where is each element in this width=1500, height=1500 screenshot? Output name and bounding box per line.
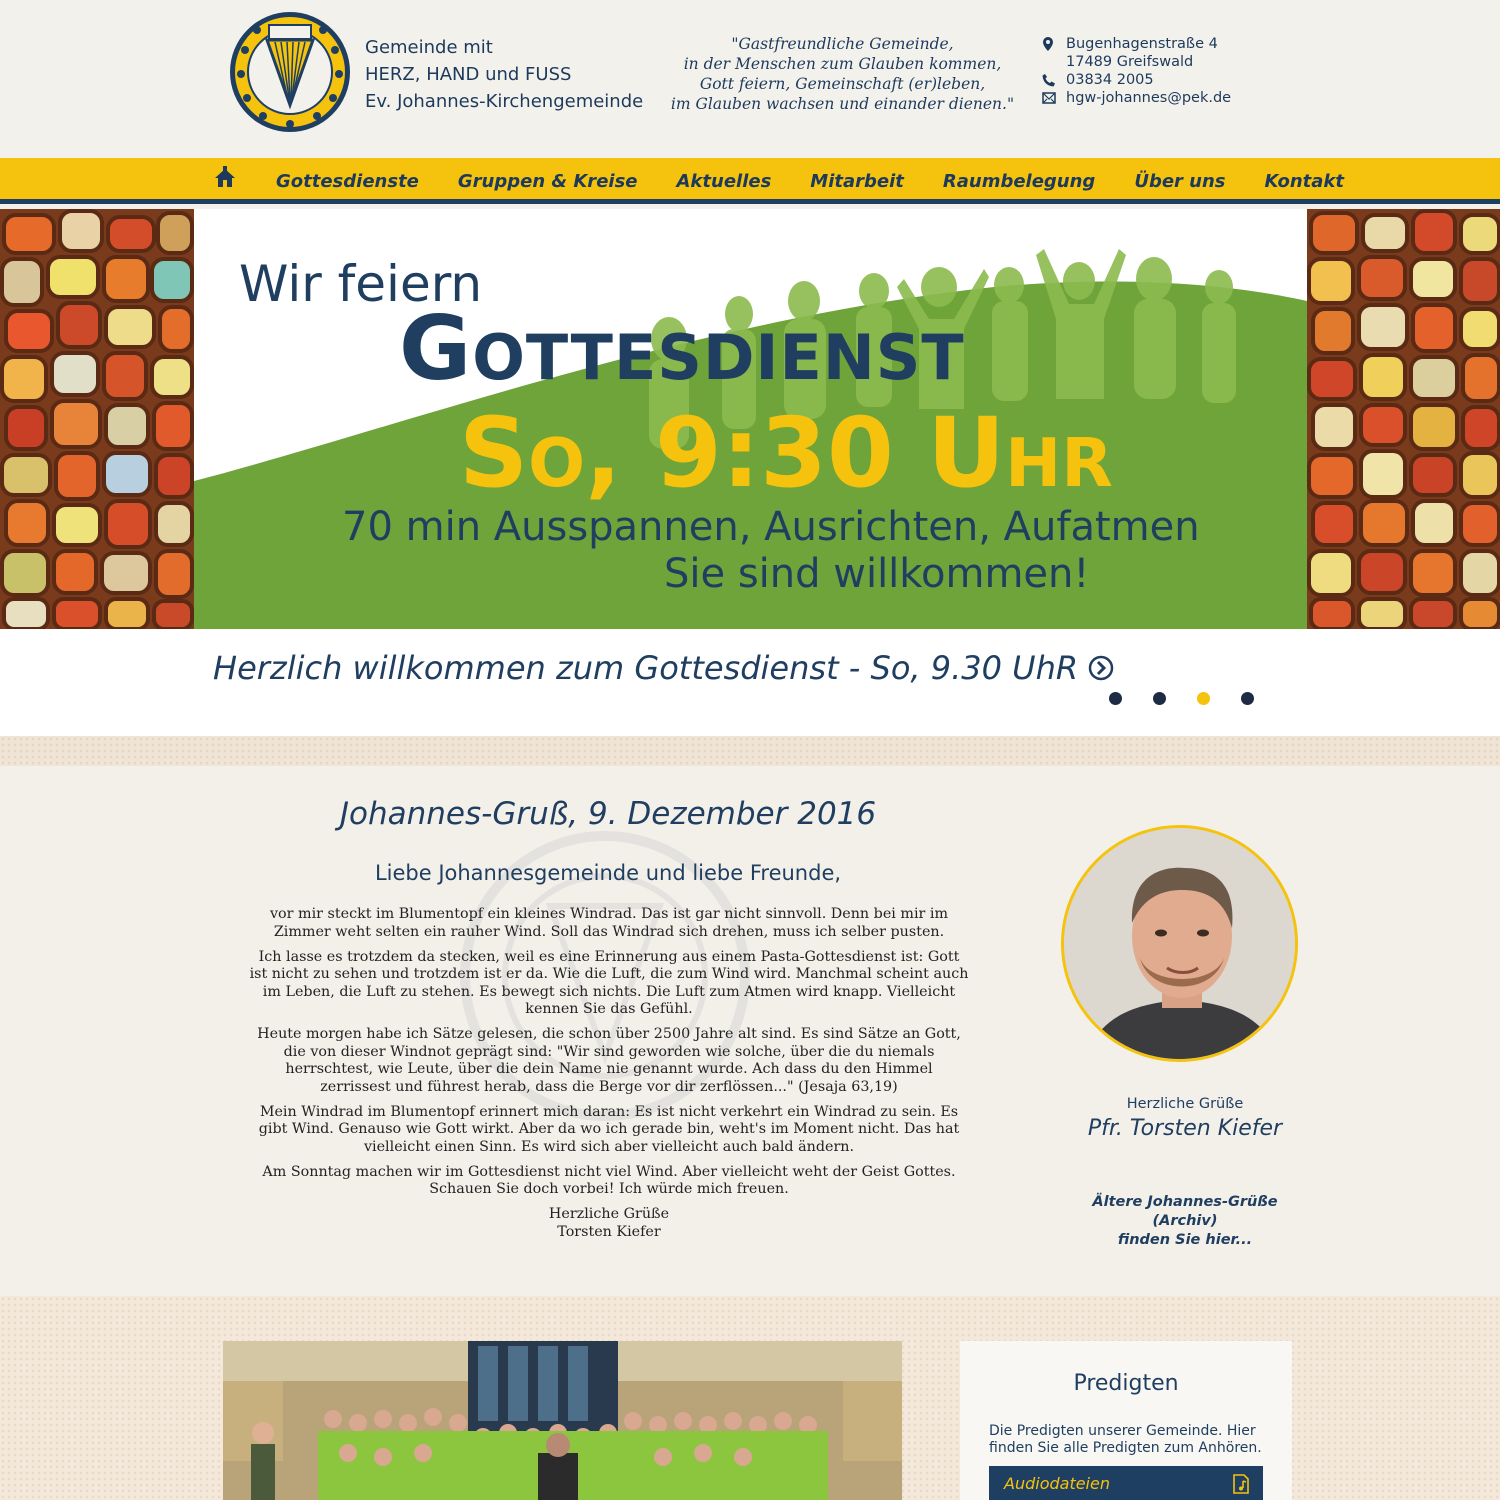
- main-navigation: Gottesdienste Gruppen & Kreise Aktuelles…: [0, 158, 1500, 204]
- bottom-section: Predigten Die Predigten unserer Gemeinde…: [0, 1296, 1500, 1500]
- nav-item-raumbelegung[interactable]: Raumbelegung: [943, 158, 1095, 204]
- motto-line: Gott feiern, Gemeinschaft (er)leben,: [699, 75, 986, 93]
- divider-strip: [0, 736, 1500, 766]
- nav-item-gottesdienste[interactable]: Gottesdienste: [276, 158, 419, 204]
- greeting-salutation: Liebe Johannesgemeinde und liebe Freunde…: [374, 861, 842, 885]
- mosaic-window-left: [0, 209, 194, 629]
- email-link[interactable]: hgw-johannes@pek.de: [1066, 89, 1231, 107]
- archive-link[interactable]: Ältere Johannes-Grüße (Archiv) finden Si…: [1060, 1193, 1310, 1250]
- banner-line-time: So, 9:30 Uhr: [459, 397, 1113, 509]
- audio-files-button[interactable]: Audiodateien: [989, 1466, 1263, 1500]
- greeting-paragraph: Mein Windrad im Blumentopf erinnert mich…: [258, 1103, 960, 1155]
- brand-line: Ev. Johannes-Kirchengemeinde: [365, 91, 644, 112]
- greeting-closing-name: Torsten Kiefer: [557, 1223, 661, 1240]
- slider-pagination: [1109, 692, 1285, 705]
- slide-caption-text: Herzlich willkommen zum Gottesdienst - S…: [213, 649, 1079, 687]
- nav-item-mitarbeit[interactable]: Mitarbeit: [810, 158, 904, 204]
- motto-line: im Glauben wachsen und einander dienen.": [670, 95, 1015, 113]
- parish-motto: "Gastfreundliche Gemeinde, in der Mensch…: [660, 34, 1025, 114]
- mosaic-window-right: [1307, 209, 1500, 629]
- greeting-section: Johannes-Gruß, 9. Dezember 2016 Liebe Jo…: [0, 766, 1500, 1296]
- slider-dot[interactable]: [1153, 692, 1166, 705]
- banner-line-duration: 70 min Ausspannen, Ausrichten, Aufatmen: [342, 504, 1200, 550]
- nav-item-ueber-uns[interactable]: Über uns: [1134, 158, 1225, 204]
- service-banner[interactable]: Wir feiern Gottesdienst So, 9:30 Uhr 70 …: [194, 209, 1307, 629]
- audio-files-label: Audiodateien: [1004, 1474, 1110, 1493]
- greeting-closing: Herzliche Grüße: [548, 1206, 670, 1222]
- archive-link-line: Ältere Johannes-Grüße (Archiv): [1092, 1194, 1278, 1229]
- banner-line-welcome: Sie sind willkommen!: [664, 551, 1090, 597]
- site-header: Gemeinde mit HERZ, HAND und FUSS Ev. Joh…: [0, 0, 1500, 158]
- address-city: 17489 Greifswald: [1066, 54, 1194, 70]
- brand-line: HERZ, HAND und FUSS: [365, 64, 572, 85]
- parish-brand: Gemeinde mit HERZ, HAND und FUSS Ev. Joh…: [365, 34, 643, 115]
- motto-line: "Gastfreundliche Gemeinde,: [731, 35, 954, 53]
- home-icon[interactable]: [213, 166, 237, 190]
- predigten-card: Predigten Die Predigten unserer Gemeinde…: [960, 1341, 1292, 1500]
- nav-item-gruppen-kreise[interactable]: Gruppen & Kreise: [458, 158, 638, 204]
- greeting-paragraph: Heute morgen habe ich Sätze gelesen, die…: [257, 1026, 961, 1095]
- slider-caption-bar: Herzlich willkommen zum Gottesdienst - S…: [0, 629, 1500, 736]
- greeting-paragraph: Ich lasse es trotzdem da stecken, weil e…: [249, 948, 969, 1018]
- audio-file-icon: [1233, 1474, 1249, 1494]
- pastor-name: Pfr. Torsten Kiefer: [1087, 1116, 1283, 1141]
- predigten-text: Die Predigten unserer Gemeinde. Hier fin…: [989, 1423, 1262, 1456]
- circle-arrow-right-icon: [1088, 655, 1114, 681]
- slide-caption-link[interactable]: Herzlich willkommen zum Gottesdienst - S…: [213, 649, 1114, 687]
- hero-slider: Wir feiern Gottesdienst So, 9:30 Uhr 70 …: [0, 209, 1500, 629]
- phone-number[interactable]: 03834 2005: [1066, 71, 1154, 89]
- pastor-portrait: [1061, 825, 1298, 1062]
- greeting-paragraph: Am Sonntag machen wir im Gottesdienst ni…: [262, 1163, 956, 1198]
- motto-line: in der Menschen zum Glauben kommen,: [683, 55, 1002, 73]
- nav-item-aktuelles[interactable]: Aktuelles: [677, 158, 772, 204]
- church-seal-logo[interactable]: [227, 10, 353, 134]
- contact-info: Bugenhagenstraße 4 17489 Greifswald 0383…: [1042, 35, 1231, 107]
- banner-line-service: Gottesdienst: [399, 297, 965, 400]
- address-street: Bugenhagenstraße 4: [1066, 36, 1218, 52]
- phone-icon: [1042, 73, 1066, 87]
- archive-link-line: finden Sie hier...: [1117, 1232, 1253, 1248]
- nav-item-kontakt[interactable]: Kontakt: [1265, 158, 1344, 204]
- greeting-paragraph: vor mir steckt im Blumentopf ein kleines…: [269, 906, 949, 940]
- envelope-icon: [1042, 92, 1066, 104]
- slider-dot[interactable]: [1109, 692, 1122, 705]
- greeting-body: vor mir steckt im Blumentopf ein kleines…: [248, 906, 970, 1241]
- slider-dot[interactable]: [1241, 692, 1254, 705]
- brand-line: Gemeinde mit: [365, 37, 493, 58]
- choir-photo[interactable]: [223, 1341, 902, 1500]
- greeting-title: Johannes-Gruß, 9. Dezember 2016: [339, 796, 877, 832]
- sidebar-greeting-label: Herzliche Grüße: [1126, 1096, 1244, 1112]
- location-pin-icon: [1042, 37, 1066, 51]
- slider-dot-active[interactable]: [1197, 692, 1210, 705]
- predigten-title: Predigten: [1073, 1371, 1179, 1396]
